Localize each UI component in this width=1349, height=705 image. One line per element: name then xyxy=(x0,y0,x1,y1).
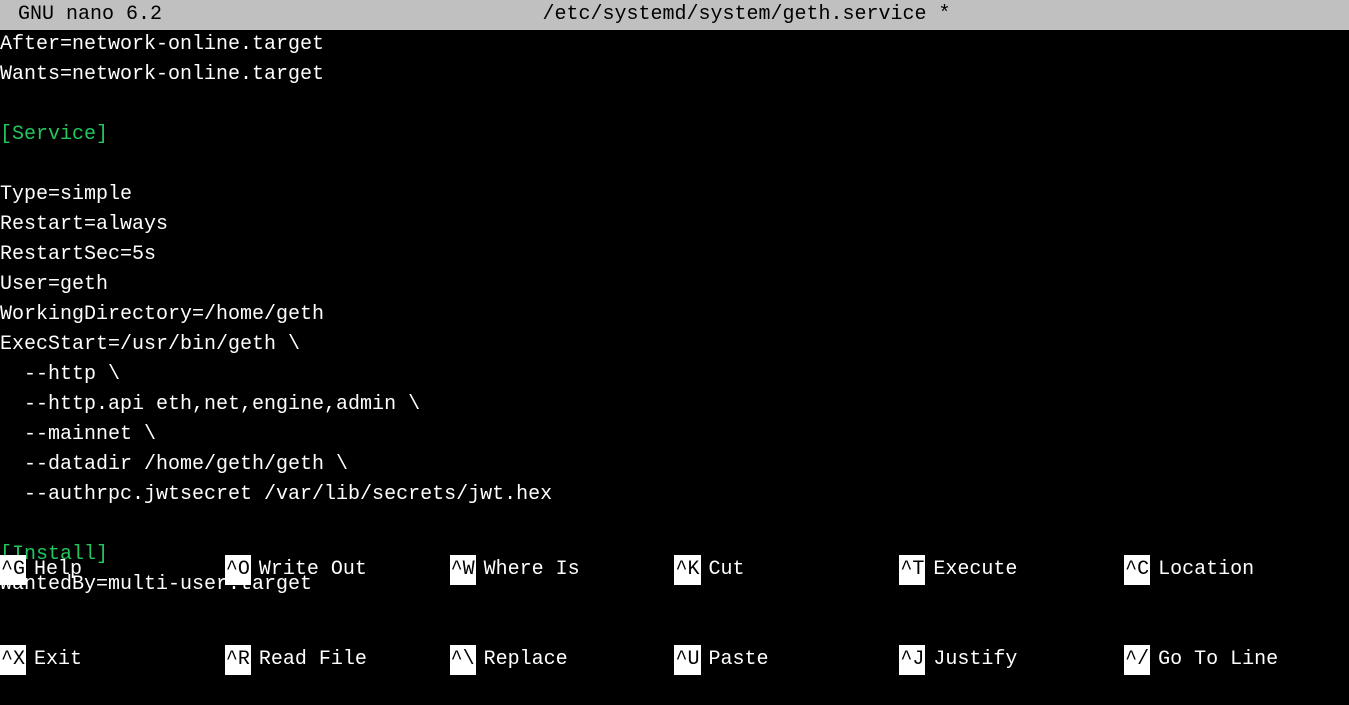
shortcut-justify[interactable]: ^JJustify xyxy=(899,645,1124,675)
editor-line[interactable]: --http \ xyxy=(0,360,1349,390)
editor-line[interactable] xyxy=(0,150,1349,180)
file-path: /etc/systemd/system/geth.service * xyxy=(162,0,1331,30)
editor-line[interactable]: --mainnet \ xyxy=(0,420,1349,450)
editor-line[interactable]: --http.api eth,net,engine,admin \ xyxy=(0,390,1349,420)
editor-line[interactable]: Wants=network-online.target xyxy=(0,60,1349,90)
shortcut-key: ^J xyxy=(899,645,925,675)
editor-line[interactable]: After=network-online.target xyxy=(0,30,1349,60)
shortcut-execute[interactable]: ^TExecute xyxy=(899,555,1124,585)
title-right-spacer xyxy=(1331,0,1349,30)
shortcut-read-file[interactable]: ^RRead File xyxy=(225,645,450,675)
shortcut-label: Cut xyxy=(701,555,745,585)
shortcut-label: Read File xyxy=(251,645,367,675)
shortcut-location[interactable]: ^CLocation xyxy=(1124,555,1349,585)
shortcut-label: Where Is xyxy=(476,555,580,585)
shortcut-label: Help xyxy=(26,555,82,585)
shortcut-key: ^O xyxy=(225,555,251,585)
shortcut-label: Paste xyxy=(701,645,769,675)
shortcut-go-to-line[interactable]: ^/Go To Line xyxy=(1124,645,1349,675)
shortcut-label: Execute xyxy=(925,555,1017,585)
editor-line[interactable]: Type=simple xyxy=(0,180,1349,210)
shortcut-help[interactable]: ^GHelp xyxy=(0,555,225,585)
shortcut-label: Write Out xyxy=(251,555,367,585)
shortcut-label: Go To Line xyxy=(1150,645,1278,675)
shortcut-key: ^T xyxy=(899,555,925,585)
shortcut-key: ^\ xyxy=(450,645,476,675)
shortcut-replace[interactable]: ^\Replace xyxy=(450,645,675,675)
editor-name-version: GNU nano 6.2 xyxy=(0,0,162,30)
editor-line[interactable]: Restart=always xyxy=(0,210,1349,240)
shortcut-bar: ^GHelp^OWrite Out^WWhere Is^KCut^TExecut… xyxy=(0,495,1349,705)
shortcut-cut[interactable]: ^KCut xyxy=(674,555,899,585)
editor-line[interactable]: [Service] xyxy=(0,120,1349,150)
shortcut-row-2: ^XExit^RRead File^\Replace^UPaste^JJusti… xyxy=(0,645,1349,675)
shortcut-key: ^U xyxy=(674,645,700,675)
shortcut-where-is[interactable]: ^WWhere Is xyxy=(450,555,675,585)
shortcut-label: Exit xyxy=(26,645,82,675)
shortcut-label: Justify xyxy=(925,645,1017,675)
shortcut-key: ^/ xyxy=(1124,645,1150,675)
shortcut-label: Replace xyxy=(476,645,568,675)
shortcut-paste[interactable]: ^UPaste xyxy=(674,645,899,675)
editor-line[interactable]: ExecStart=/usr/bin/geth \ xyxy=(0,330,1349,360)
shortcut-key: ^K xyxy=(674,555,700,585)
editor-line[interactable]: RestartSec=5s xyxy=(0,240,1349,270)
shortcut-key: ^C xyxy=(1124,555,1150,585)
shortcut-label: Location xyxy=(1150,555,1254,585)
editor-line[interactable]: WorkingDirectory=/home/geth xyxy=(0,300,1349,330)
editor-line[interactable]: User=geth xyxy=(0,270,1349,300)
shortcut-key: ^G xyxy=(0,555,26,585)
shortcut-row-1: ^GHelp^OWrite Out^WWhere Is^KCut^TExecut… xyxy=(0,555,1349,585)
editor-line[interactable]: --datadir /home/geth/geth \ xyxy=(0,450,1349,480)
shortcut-exit[interactable]: ^XExit xyxy=(0,645,225,675)
editor-line[interactable] xyxy=(0,90,1349,120)
title-bar: GNU nano 6.2 /etc/systemd/system/geth.se… xyxy=(0,0,1349,30)
shortcut-key: ^X xyxy=(0,645,26,675)
shortcut-key: ^W xyxy=(450,555,476,585)
shortcut-key: ^R xyxy=(225,645,251,675)
shortcut-write-out[interactable]: ^OWrite Out xyxy=(225,555,450,585)
